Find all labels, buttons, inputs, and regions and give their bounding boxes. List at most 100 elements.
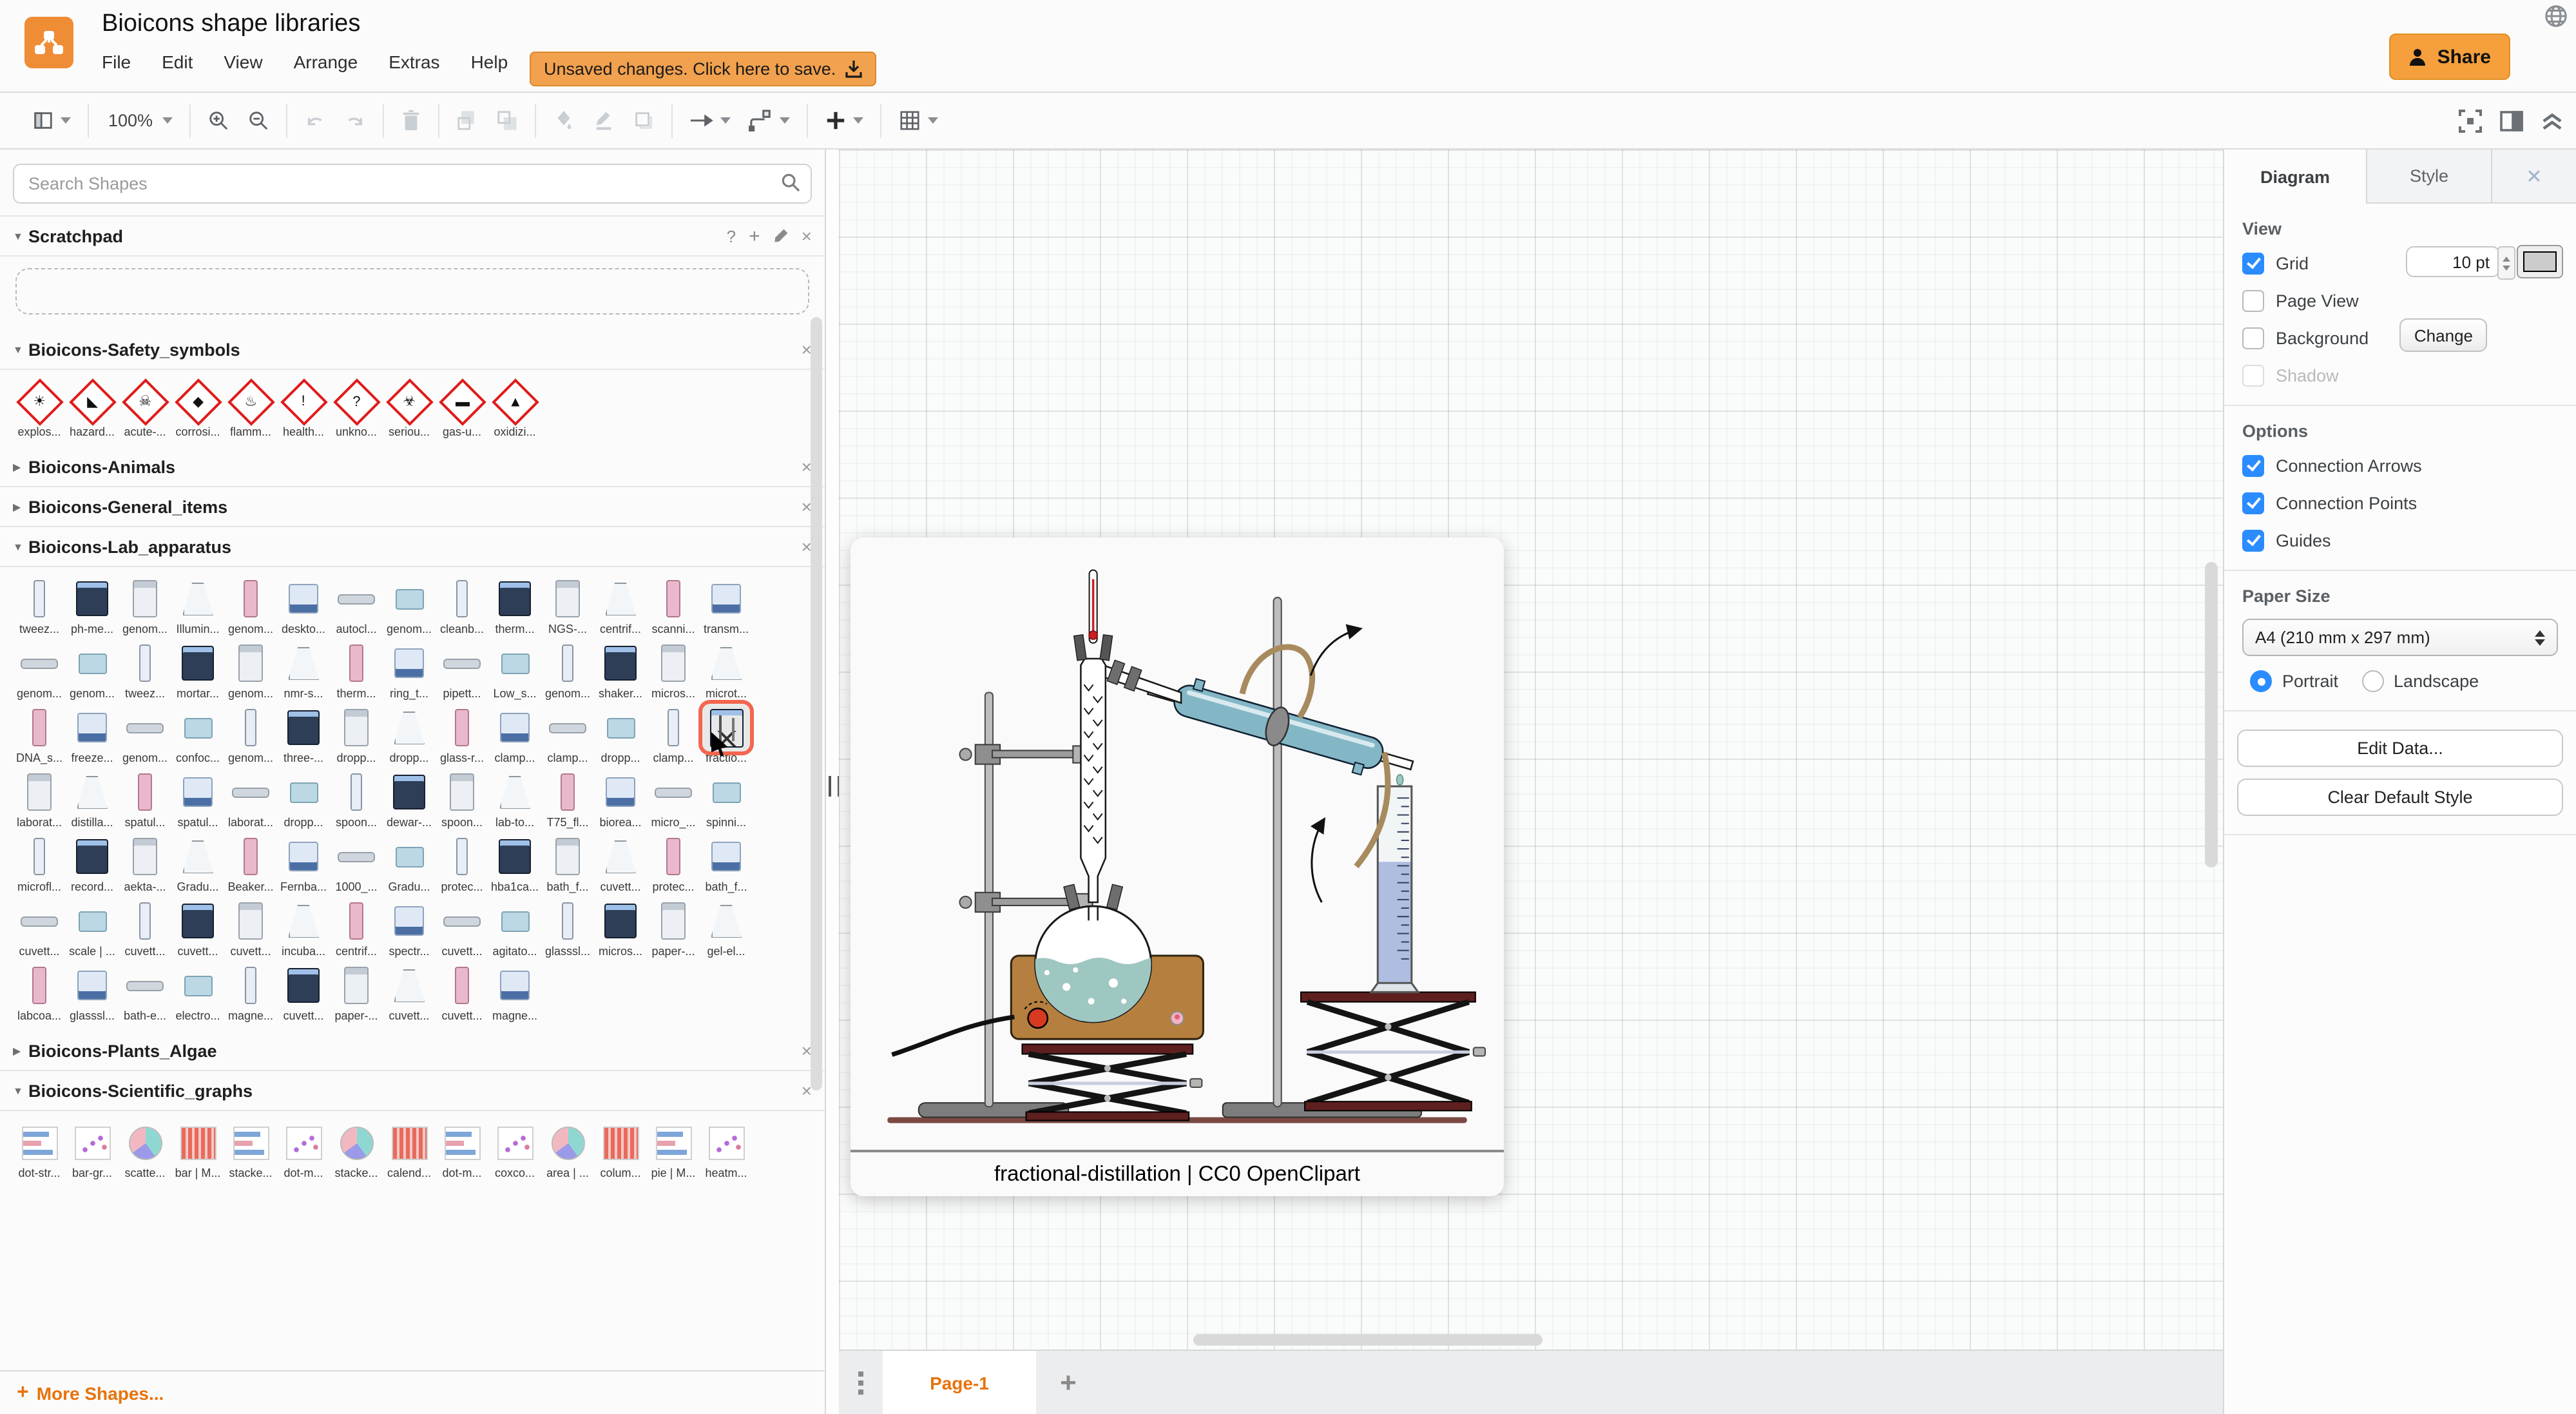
menu-item[interactable]: Extras (389, 52, 439, 72)
shape-item[interactable]: distilla... (66, 768, 119, 829)
shape-item[interactable]: aekta-... (119, 833, 171, 893)
shape-item[interactable]: calend... (383, 1119, 436, 1179)
shape-item[interactable]: ◣ hazard... (66, 378, 119, 438)
shape-item[interactable]: cuvett... (383, 962, 436, 1022)
tab-style[interactable]: Style (2367, 150, 2492, 202)
portrait-radio[interactable] (2250, 670, 2272, 692)
edit-pencil-icon[interactable] (773, 228, 789, 244)
sidebar-scrollbar[interactable] (811, 317, 822, 1090)
connection-arrows-checkbox[interactable] (2242, 454, 2264, 476)
shape-item[interactable]: dropp... (383, 704, 436, 764)
waypoint-style-button[interactable] (739, 101, 798, 140)
shape-item[interactable]: Low_s... (488, 639, 541, 700)
shape-item[interactable]: labcoa... (13, 962, 66, 1022)
search-input[interactable] (13, 164, 812, 204)
section-scientific-graphs[interactable]: ▼ Bioicons-Scientific_graphs × (0, 1071, 825, 1111)
toggle-outline-button[interactable] (23, 101, 80, 140)
search-icon[interactable] (781, 173, 800, 192)
shape-item[interactable]: gel-el... (700, 897, 753, 958)
zoom-level-dropdown[interactable]: 100% (97, 101, 181, 140)
scratchpad-dropzone[interactable] (15, 268, 809, 315)
paper-size-select[interactable]: A4 (210 mm x 297 mm) (2242, 619, 2558, 656)
shape-item[interactable]: electro... (171, 962, 224, 1022)
shape-item[interactable]: Beaker... (224, 833, 277, 893)
shape-item[interactable]: T75_fl... (541, 768, 594, 829)
section-lab-apparatus[interactable]: ▼ Bioicons-Lab_apparatus × (0, 527, 825, 567)
tab-page-1[interactable]: Page-1 (883, 1351, 1036, 1414)
undo-button[interactable] (294, 101, 334, 140)
zoom-out-button[interactable] (238, 101, 278, 140)
menu-item[interactable]: Help (471, 52, 508, 72)
shape-item[interactable]: bar-gr... (66, 1119, 119, 1179)
fill-color-button[interactable] (543, 101, 583, 140)
shape-item[interactable]: cuvett... (171, 897, 224, 958)
shape-item[interactable]: stacke... (224, 1119, 277, 1179)
canvas-vertical-scrollbar[interactable] (2205, 562, 2218, 867)
shape-item[interactable]: ☣ seriou... (383, 378, 436, 438)
shape-item[interactable]: glasssl... (66, 962, 119, 1022)
shape-item[interactable]: laborat... (13, 768, 66, 829)
shape-item[interactable]: micro_... (647, 768, 700, 829)
shape-item[interactable]: bath_f... (700, 833, 753, 893)
shape-item[interactable]: ! health... (277, 378, 330, 438)
shape-item[interactable]: cuvett... (436, 962, 488, 1022)
grid-checkbox[interactable] (2242, 252, 2264, 274)
shape-item[interactable]: cuvett... (13, 897, 66, 958)
globe-language-icon[interactable] (2544, 4, 2568, 28)
panel-resize-gutter[interactable] (826, 150, 840, 1414)
shape-item[interactable]: lab-to... (488, 768, 541, 829)
shape-item[interactable]: coxco... (488, 1119, 541, 1179)
fullscreen-icon[interactable] (2459, 109, 2482, 132)
shape-item[interactable]: micros... (594, 897, 647, 958)
shape-item[interactable]: protec... (647, 833, 700, 893)
shape-item[interactable]: micros... (647, 639, 700, 700)
shape-item[interactable]: Fernba... (277, 833, 330, 893)
shape-item[interactable]: hba1ca... (488, 833, 541, 893)
shape-item[interactable]: bar | M... (171, 1119, 224, 1179)
section-general-items[interactable]: ▶ Bioicons-General_items × (0, 487, 825, 527)
grid-color-button[interactable] (2517, 245, 2563, 278)
drawing-canvas[interactable]: fractional-distillation | CC0 OpenClipar… (839, 150, 2223, 1350)
shape-item[interactable]: cuvett... (436, 897, 488, 958)
shape-item[interactable]: spectr... (383, 897, 436, 958)
shape-item[interactable]: scatte... (119, 1119, 171, 1179)
shape-item[interactable]: cuvett... (277, 962, 330, 1022)
shape-item[interactable]: Gradu... (171, 833, 224, 893)
redo-button[interactable] (334, 101, 374, 140)
shape-item[interactable]: ▲ oxidizi... (488, 378, 541, 438)
shape-item[interactable]: fractio... (698, 700, 754, 764)
shape-item[interactable]: paper-... (647, 897, 700, 958)
shape-item[interactable]: paper-... (330, 962, 383, 1022)
menu-item[interactable]: View (224, 52, 262, 72)
shape-item[interactable]: glass-r... (436, 704, 488, 764)
more-shapes-button[interactable]: + More Shapes... (0, 1370, 825, 1414)
pages-menu-icon[interactable] (839, 1351, 883, 1414)
shape-item[interactable]: transm... (700, 575, 753, 635)
shape-item[interactable]: agitato... (488, 897, 541, 958)
shape-item[interactable]: microfl... (13, 833, 66, 893)
shape-item[interactable]: shaker... (594, 639, 647, 700)
shape-item[interactable]: autocl... (330, 575, 383, 635)
shape-item[interactable]: heatm... (700, 1119, 753, 1179)
unsaved-changes-button[interactable]: Unsaved changes. Click here to save. (530, 52, 876, 86)
shape-item[interactable]: tweez... (119, 639, 171, 700)
shape-item[interactable]: pie | M... (647, 1119, 700, 1179)
shape-item[interactable]: Gradu... (383, 833, 436, 893)
shape-item[interactable]: genom... (119, 575, 171, 635)
scratchpad-header[interactable]: ▼ Scratchpad ? + × (0, 217, 825, 257)
shape-item[interactable]: spoon... (330, 768, 383, 829)
collapse-toolbar-icon[interactable] (2541, 110, 2563, 131)
background-checkbox[interactable] (2242, 327, 2264, 349)
shape-item[interactable]: magne... (224, 962, 277, 1022)
shape-item[interactable]: spoon... (436, 768, 488, 829)
shape-item[interactable]: glasssl... (541, 897, 594, 958)
shape-item[interactable]: spatul... (119, 768, 171, 829)
edit-data-button[interactable]: Edit Data... (2237, 730, 2563, 767)
shape-item[interactable]: laborat... (224, 768, 277, 829)
menu-item[interactable]: Arrange (294, 52, 358, 72)
clear-default-style-button[interactable]: Clear Default Style (2237, 779, 2563, 816)
shape-item[interactable]: scale | ... (66, 897, 119, 958)
shadow-checkbox[interactable] (2242, 364, 2264, 386)
to-back-button[interactable] (486, 101, 526, 140)
shape-item[interactable]: 1000_... (330, 833, 383, 893)
